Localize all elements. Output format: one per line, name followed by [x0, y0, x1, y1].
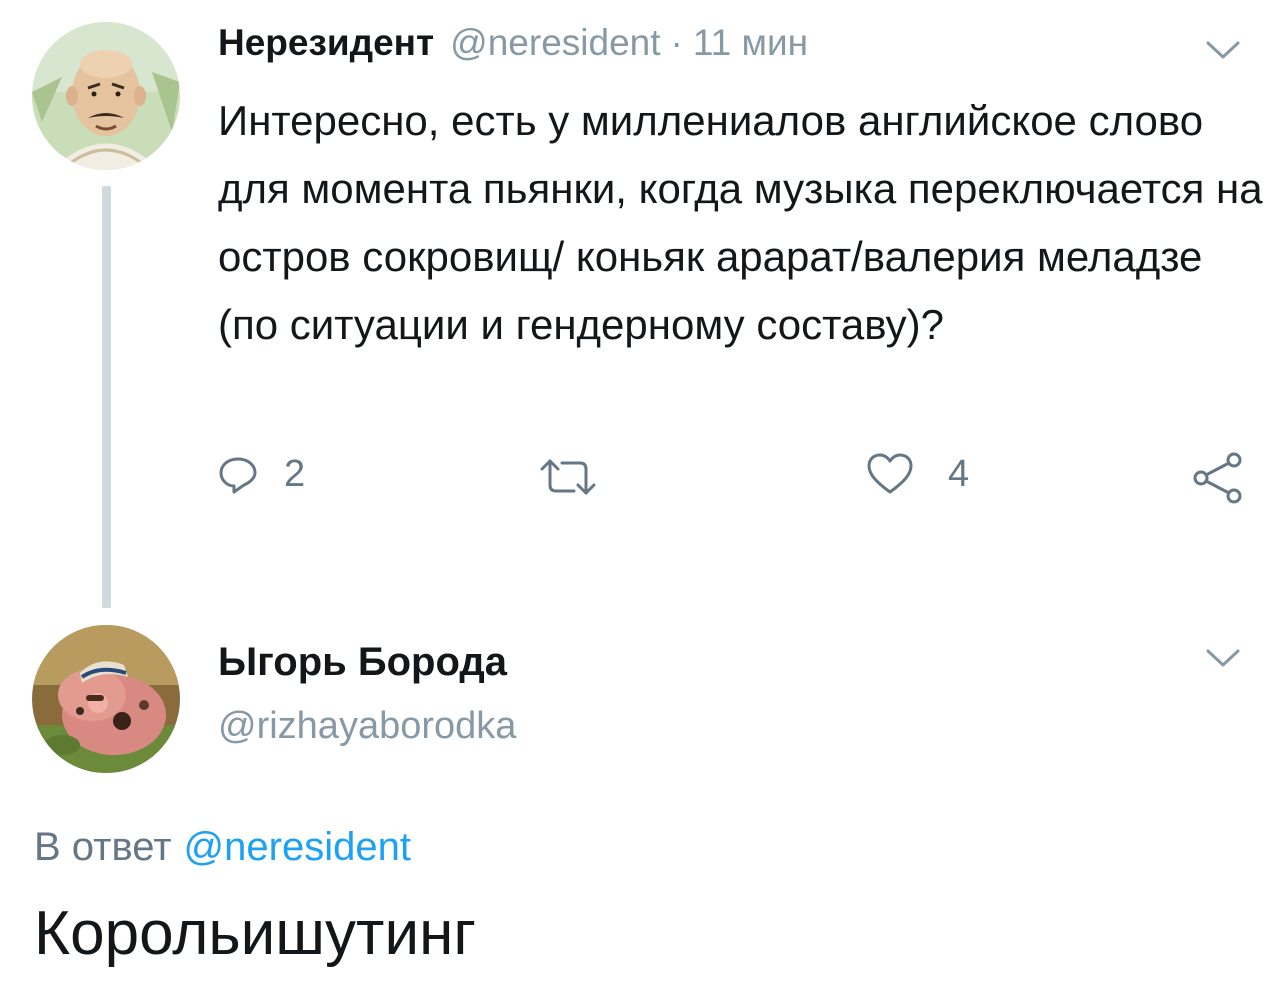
header-separator: · — [670, 22, 683, 63]
share-button[interactable] — [1190, 450, 1246, 506]
reply-count: 2 — [284, 453, 306, 495]
chevron-down-icon[interactable] — [1206, 648, 1240, 668]
tweet-text: Интересно, есть у миллениалов английское… — [218, 97, 1263, 348]
retweet-button[interactable] — [536, 455, 600, 499]
like-button[interactable]: 4 — [866, 452, 969, 496]
heart-icon — [867, 453, 913, 494]
reply-context: В ответ @neresident — [34, 825, 411, 870]
avatar-cartoon-man-icon — [32, 22, 180, 170]
retweet-icon — [540, 459, 596, 495]
like-count: 4 — [948, 452, 970, 495]
author-handle[interactable]: @rizhayaborodka — [218, 705, 516, 748]
tweet-text: Корольишутинг — [34, 899, 476, 968]
thread-connector-line — [102, 186, 111, 608]
author-name[interactable]: Ыгорь Борода — [218, 640, 507, 685]
tweet-thread: Нерезидент @neresident · 11 мин Интересн… — [0, 0, 1280, 1007]
reply-prefix: В ответ — [34, 825, 172, 869]
reply-button[interactable]: 2 — [218, 453, 305, 496]
author-avatar[interactable] — [32, 22, 180, 170]
tweet-actions: 2 4 — [0, 450, 1280, 510]
tweet-timestamp[interactable]: 11 мин — [693, 22, 808, 64]
reply-mention-link[interactable]: @neresident — [184, 825, 411, 869]
avatar-cartoon-character-icon — [32, 625, 180, 773]
tweet-header: Нерезидент @neresident · 11 мин — [218, 22, 808, 74]
share-icon — [1193, 452, 1242, 504]
author-avatar[interactable] — [32, 625, 180, 773]
author-name[interactable]: Нерезидент — [218, 22, 434, 64]
reply-icon — [219, 457, 257, 493]
author-handle[interactable]: @neresident — [450, 22, 660, 64]
chevron-down-icon[interactable] — [1206, 40, 1240, 60]
